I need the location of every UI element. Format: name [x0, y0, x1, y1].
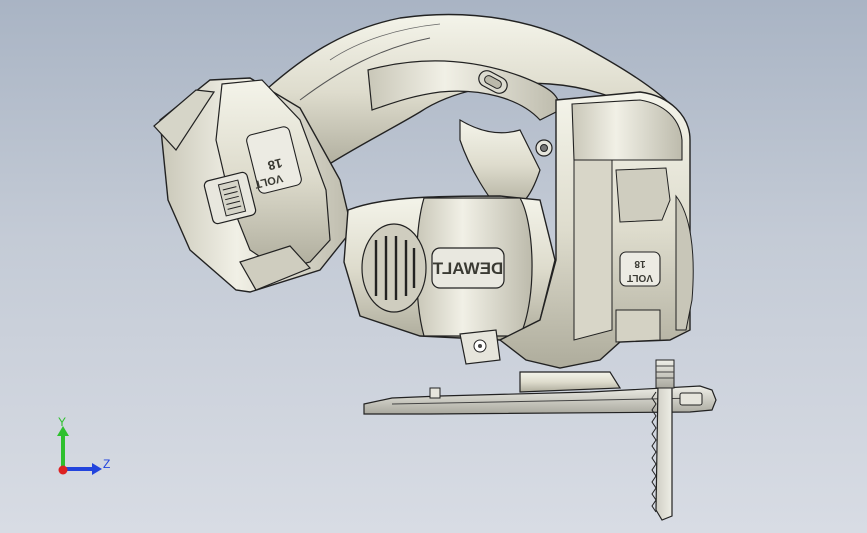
- motor-voltage-number: 18: [634, 258, 646, 269]
- cad-viewport[interactable]: 18 VOLT DEWALT 18 VOLT Y Z: [0, 0, 867, 533]
- axis-triad: Y Z: [57, 415, 110, 475]
- model-canvas[interactable]: 18 VOLT DEWALT 18 VOLT Y Z: [0, 0, 867, 533]
- x-axis-point: [58, 465, 68, 475]
- y-axis-label: Y: [58, 415, 66, 429]
- z-axis-label: Z: [103, 457, 110, 471]
- saw-blade: [651, 359, 675, 521]
- motor-voltage-unit: VOLT: [627, 272, 653, 283]
- brand-logo: DEWALT: [432, 259, 503, 278]
